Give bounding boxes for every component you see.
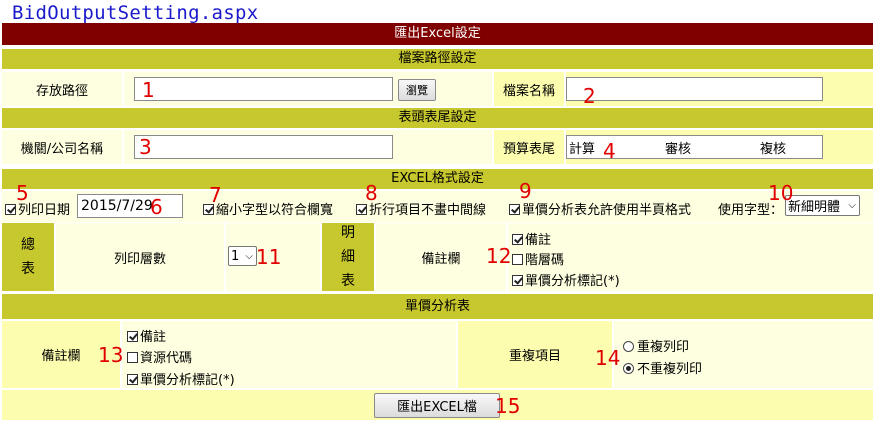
repeat-items-label: 重複項目 — [458, 321, 612, 388]
detail-remark-label: 備註 — [525, 233, 552, 248]
checkbox-unchecked-icon — [127, 352, 138, 363]
checkbox-unchecked-icon — [512, 254, 523, 265]
header-footer-section-title: 表頭表尾設定 — [2, 108, 873, 128]
annotation-number: 3 — [139, 135, 152, 159]
file-name-label: 檔案名稱 — [494, 72, 564, 106]
repeat-print-radio[interactable]: 重複列印 — [623, 336, 689, 355]
page-title: BidOutputSetting.aspx — [12, 2, 259, 24]
checkbox-checked-icon — [512, 275, 523, 286]
file-name-input[interactable] — [566, 77, 823, 101]
annotation-number: 2 — [583, 84, 596, 108]
annotation-number: 11 — [256, 245, 282, 269]
annotation-number: 5 — [16, 181, 29, 205]
detail-unit-price-mark-label: 單價分析標記(*) — [525, 274, 620, 289]
up-resource-code-label: 資源代碼 — [140, 351, 193, 366]
checkbox-checked-icon — [509, 204, 520, 215]
up-remark-label: 備註 — [140, 330, 167, 345]
print-levels-value: 1 — [231, 248, 240, 264]
up-remark-checkbox[interactable]: 備註 — [127, 326, 166, 345]
org-name-input[interactable] — [134, 135, 393, 159]
storage-path-input[interactable] — [134, 77, 393, 101]
detail-level-code-checkbox[interactable]: 階層碼 — [512, 249, 564, 268]
browse-button[interactable]: 瀏覽 — [398, 79, 436, 101]
annotation-number: 6 — [150, 195, 163, 219]
print-levels-label: 列印層數 — [56, 223, 224, 291]
print-date-input[interactable]: 2015/7/29 — [77, 194, 183, 218]
font-select[interactable]: 新細明體 ⌵ — [785, 195, 860, 216]
half-page-label: 單價分析表允許使用半頁格式 — [522, 203, 692, 218]
export-settings-header: 匯出Excel設定 — [2, 23, 873, 45]
chevron-down-icon: ⌵ — [848, 200, 856, 211]
detail-table-label: 明細表 — [322, 223, 374, 291]
radio-selected-icon — [623, 363, 634, 374]
repeat-print-label: 重複列印 — [637, 340, 690, 355]
annotation-number: 4 — [603, 139, 616, 163]
detail-level-code-label: 階層碼 — [525, 253, 565, 268]
shrink-font-checkbox[interactable]: 縮小字型以符合欄寬 — [203, 199, 333, 218]
shrink-font-label: 縮小字型以符合欄寬 — [216, 203, 334, 218]
checkbox-checked-icon — [512, 234, 523, 245]
export-excel-button[interactable]: 匯出EXCEL檔 — [374, 393, 500, 418]
half-page-checkbox[interactable]: 單價分析表允許使用半頁格式 — [509, 199, 691, 218]
no-midline-label: 折行項目不畫中間線 — [369, 203, 487, 218]
footer-item-review: 審核 — [665, 141, 692, 157]
checkbox-checked-icon — [5, 204, 16, 215]
radio-unselected-icon — [623, 341, 634, 352]
up-unit-price-mark-label: 單價分析標記(*) — [140, 373, 235, 388]
budget-footer-label: 預算表尾 — [494, 130, 564, 164]
unit-price-section-title: 單價分析表 — [2, 294, 873, 319]
print-date-checkbox[interactable]: 列印日期 — [5, 199, 70, 218]
annotation-number: 13 — [98, 343, 124, 367]
detail-unit-price-mark-checkbox[interactable]: 單價分析標記(*) — [512, 270, 620, 289]
footer-item-recheck: 複核 — [760, 141, 787, 157]
up-unit-price-mark-checkbox[interactable]: 單價分析標記(*) — [127, 369, 235, 388]
up-resource-code-checkbox[interactable]: 資源代碼 — [127, 347, 192, 366]
footer-item-calc: 計算 — [569, 141, 596, 157]
detail-remark-checkbox[interactable]: 備註 — [512, 229, 551, 248]
checkbox-checked-icon — [127, 374, 138, 385]
annotation-number: 7 — [209, 183, 222, 207]
font-select-value: 新細明體 — [788, 200, 841, 215]
annotation-number: 9 — [519, 179, 532, 203]
annotation-number: 15 — [495, 394, 521, 418]
no-repeat-print-radio[interactable]: 不重複列印 — [623, 358, 702, 377]
checkbox-checked-icon — [127, 331, 138, 342]
org-name-label: 機關/公司名稱 — [2, 130, 122, 164]
checkbox-checked-icon — [356, 204, 367, 215]
print-date-label: 列印日期 — [18, 203, 71, 218]
file-path-section-title: 檔案路徑設定 — [2, 49, 873, 69]
no-repeat-print-label: 不重複列印 — [637, 362, 703, 377]
storage-path-label: 存放路徑 — [2, 72, 122, 106]
excel-format-section-title: EXCEL格式設定 — [2, 169, 873, 189]
annotation-number: 1 — [142, 78, 155, 102]
annotation-number: 14 — [595, 346, 621, 370]
summary-table-label: 總表 — [2, 223, 54, 291]
chevron-down-icon: ⌵ — [245, 250, 253, 262]
print-levels-select[interactable]: 1 ⌵ — [228, 246, 257, 266]
annotation-number: 12 — [486, 244, 512, 268]
annotation-number: 10 — [768, 181, 794, 205]
annotation-number: 8 — [365, 181, 378, 205]
